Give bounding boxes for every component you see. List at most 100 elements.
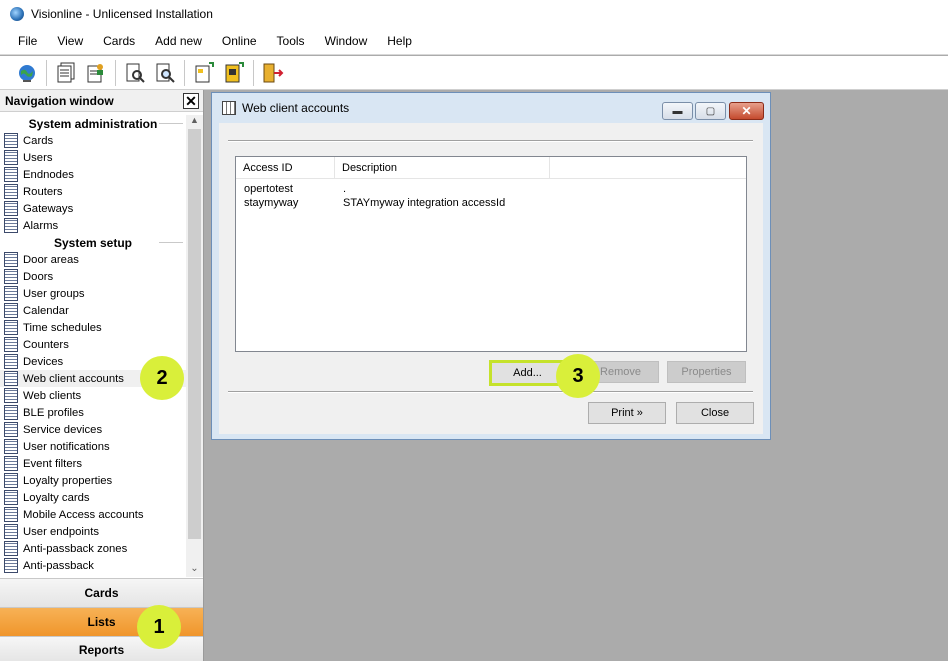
section-header-system-administration: System administration [0,115,186,132]
cell-description: . [343,183,347,195]
nav-item-door-areas[interactable]: Door areas [0,251,186,268]
nav-item-mobile-access-accounts[interactable]: Mobile Access accounts [0,506,186,523]
nav-item-user-groups[interactable]: User groups [0,285,186,302]
scrollbar-thumb[interactable] [188,129,201,539]
nav-item-routers[interactable]: Routers [0,183,186,200]
nav-item-user-endpoints[interactable]: User endpoints [0,523,186,540]
nav-item-anti-passback[interactable]: Anti-passback [0,557,186,574]
list-grid-icon [4,337,18,352]
close-icon[interactable]: ✕ [729,102,764,120]
list-grid-icon [4,167,18,182]
close-icon[interactable]: ✕ [183,93,199,109]
add-button[interactable]: Add... [489,360,566,386]
nav-item-counters[interactable]: Counters [0,336,186,353]
toolbar-separator [115,59,116,86]
report-icon[interactable] [53,60,79,86]
list-grid-icon [4,558,18,573]
nav-item-gateways[interactable]: Gateways [0,200,186,217]
list-grid-icon [4,252,18,267]
list-grid-icon [4,184,18,199]
app-title: Visionline - Unlicensed Installation [31,7,213,21]
list-grid-icon [4,371,18,386]
cell-access-id: staymyway [244,197,299,209]
list-grid-icon [4,354,18,369]
toolbar [0,56,948,90]
list-grid-icon [4,490,18,505]
accounts-list[interactable]: Access ID Description opertotest . staym… [235,156,747,352]
nav-item-alarms[interactable]: Alarms [0,217,186,234]
new-card-key-icon[interactable] [221,60,247,86]
new-card-icon[interactable] [191,60,217,86]
exit-door-icon[interactable] [260,60,286,86]
scroll-up-icon[interactable]: ▲ [186,115,203,127]
list-window-icon [222,101,236,115]
menu-window[interactable]: Window [322,32,371,50]
list-grid-icon [4,201,18,216]
menu-view[interactable]: View [54,32,86,50]
list-grid-icon [4,218,18,233]
nav-item-time-schedules[interactable]: Time schedules [0,319,186,336]
list-grid-icon [4,456,18,471]
list-grid-icon [4,269,18,284]
list-grid-icon [4,320,18,335]
cell-description: STAYmyway integration accessId [343,197,506,209]
scroll-down-icon[interactable]: ⌄ [186,563,203,577]
nav-item-calendar[interactable]: Calendar [0,302,186,319]
menu-file[interactable]: File [15,32,40,50]
menu-add-new[interactable]: Add new [152,32,205,50]
list-grid-icon [4,541,18,556]
nav-item-service-devices[interactable]: Service devices [0,421,186,438]
nav-item-endnodes[interactable]: Endnodes [0,166,186,183]
nav-item-loyalty-cards[interactable]: Loyalty cards [0,489,186,506]
maximize-icon[interactable]: ▢ [695,102,726,120]
table-row[interactable]: opertotest . [236,182,746,196]
nav-item-users[interactable]: Users [0,149,186,166]
nav-item-ble-profiles[interactable]: BLE profiles [0,404,186,421]
nav-item-cards[interactable]: Cards [0,132,186,149]
nav-item-anti-passback-zones[interactable]: Anti-passback zones [0,540,186,557]
online-globe-icon[interactable] [14,60,40,86]
list-grid-icon [4,405,18,420]
step-3-badge: 3 [556,354,600,398]
dialog-title: Web client accounts [242,101,350,115]
search-doc-icon[interactable] [152,60,178,86]
navigation-scrollbar[interactable]: ▲ ⌄ [186,115,203,577]
menu-tools[interactable]: Tools [274,32,308,50]
list-grid-icon [4,150,18,165]
list-grid-icon [4,303,18,318]
properties-button[interactable]: Properties [667,361,746,383]
menu-cards[interactable]: Cards [100,32,138,50]
visionline-app-icon [10,7,24,21]
toolbar-separator [253,59,254,86]
list-grid-icon [4,439,18,454]
app-titlebar: Visionline - Unlicensed Installation [0,0,948,28]
print-button[interactable]: Print » [588,402,666,424]
navigation-list: System administration Cards Users Endnod… [0,115,186,577]
cards-pane-button[interactable]: Cards [0,578,203,607]
navigation-window-title: Navigation window [5,93,114,108]
close-button[interactable]: Close [676,402,754,424]
report-user-icon[interactable] [83,60,109,86]
menu-bar: File View Cards Add new Online Tools Win… [0,28,948,55]
nav-item-user-notifications[interactable]: User notifications [0,438,186,455]
step-2-badge: 2 [140,356,184,400]
nav-item-loyalty-properties[interactable]: Loyalty properties [0,472,186,489]
minimize-icon[interactable]: ▬ [662,102,693,120]
table-row[interactable]: staymyway STAYmyway integration accessId [236,196,746,210]
dialog-body: Access ID Description opertotest . staym… [219,123,763,434]
nav-item-doors[interactable]: Doors [0,268,186,285]
column-header-description[interactable]: Description [335,157,550,179]
list-header: Access ID Description [236,157,746,179]
search-card-icon[interactable] [122,60,148,86]
toolbar-separator [184,59,185,86]
column-header-access-id[interactable]: Access ID [236,157,335,179]
section-header-system-setup: System setup [0,234,186,251]
step-1-badge: 1 [137,605,181,649]
menu-help[interactable]: Help [384,32,415,50]
web-client-accounts-dialog: Web client accounts ▬ ▢ ✕ Access ID Desc… [211,92,771,440]
divider [228,140,753,142]
list-grid-icon [4,473,18,488]
menu-online[interactable]: Online [219,32,260,50]
navigation-window-header: Navigation window ✕ [0,90,203,112]
nav-item-event-filters[interactable]: Event filters [0,455,186,472]
